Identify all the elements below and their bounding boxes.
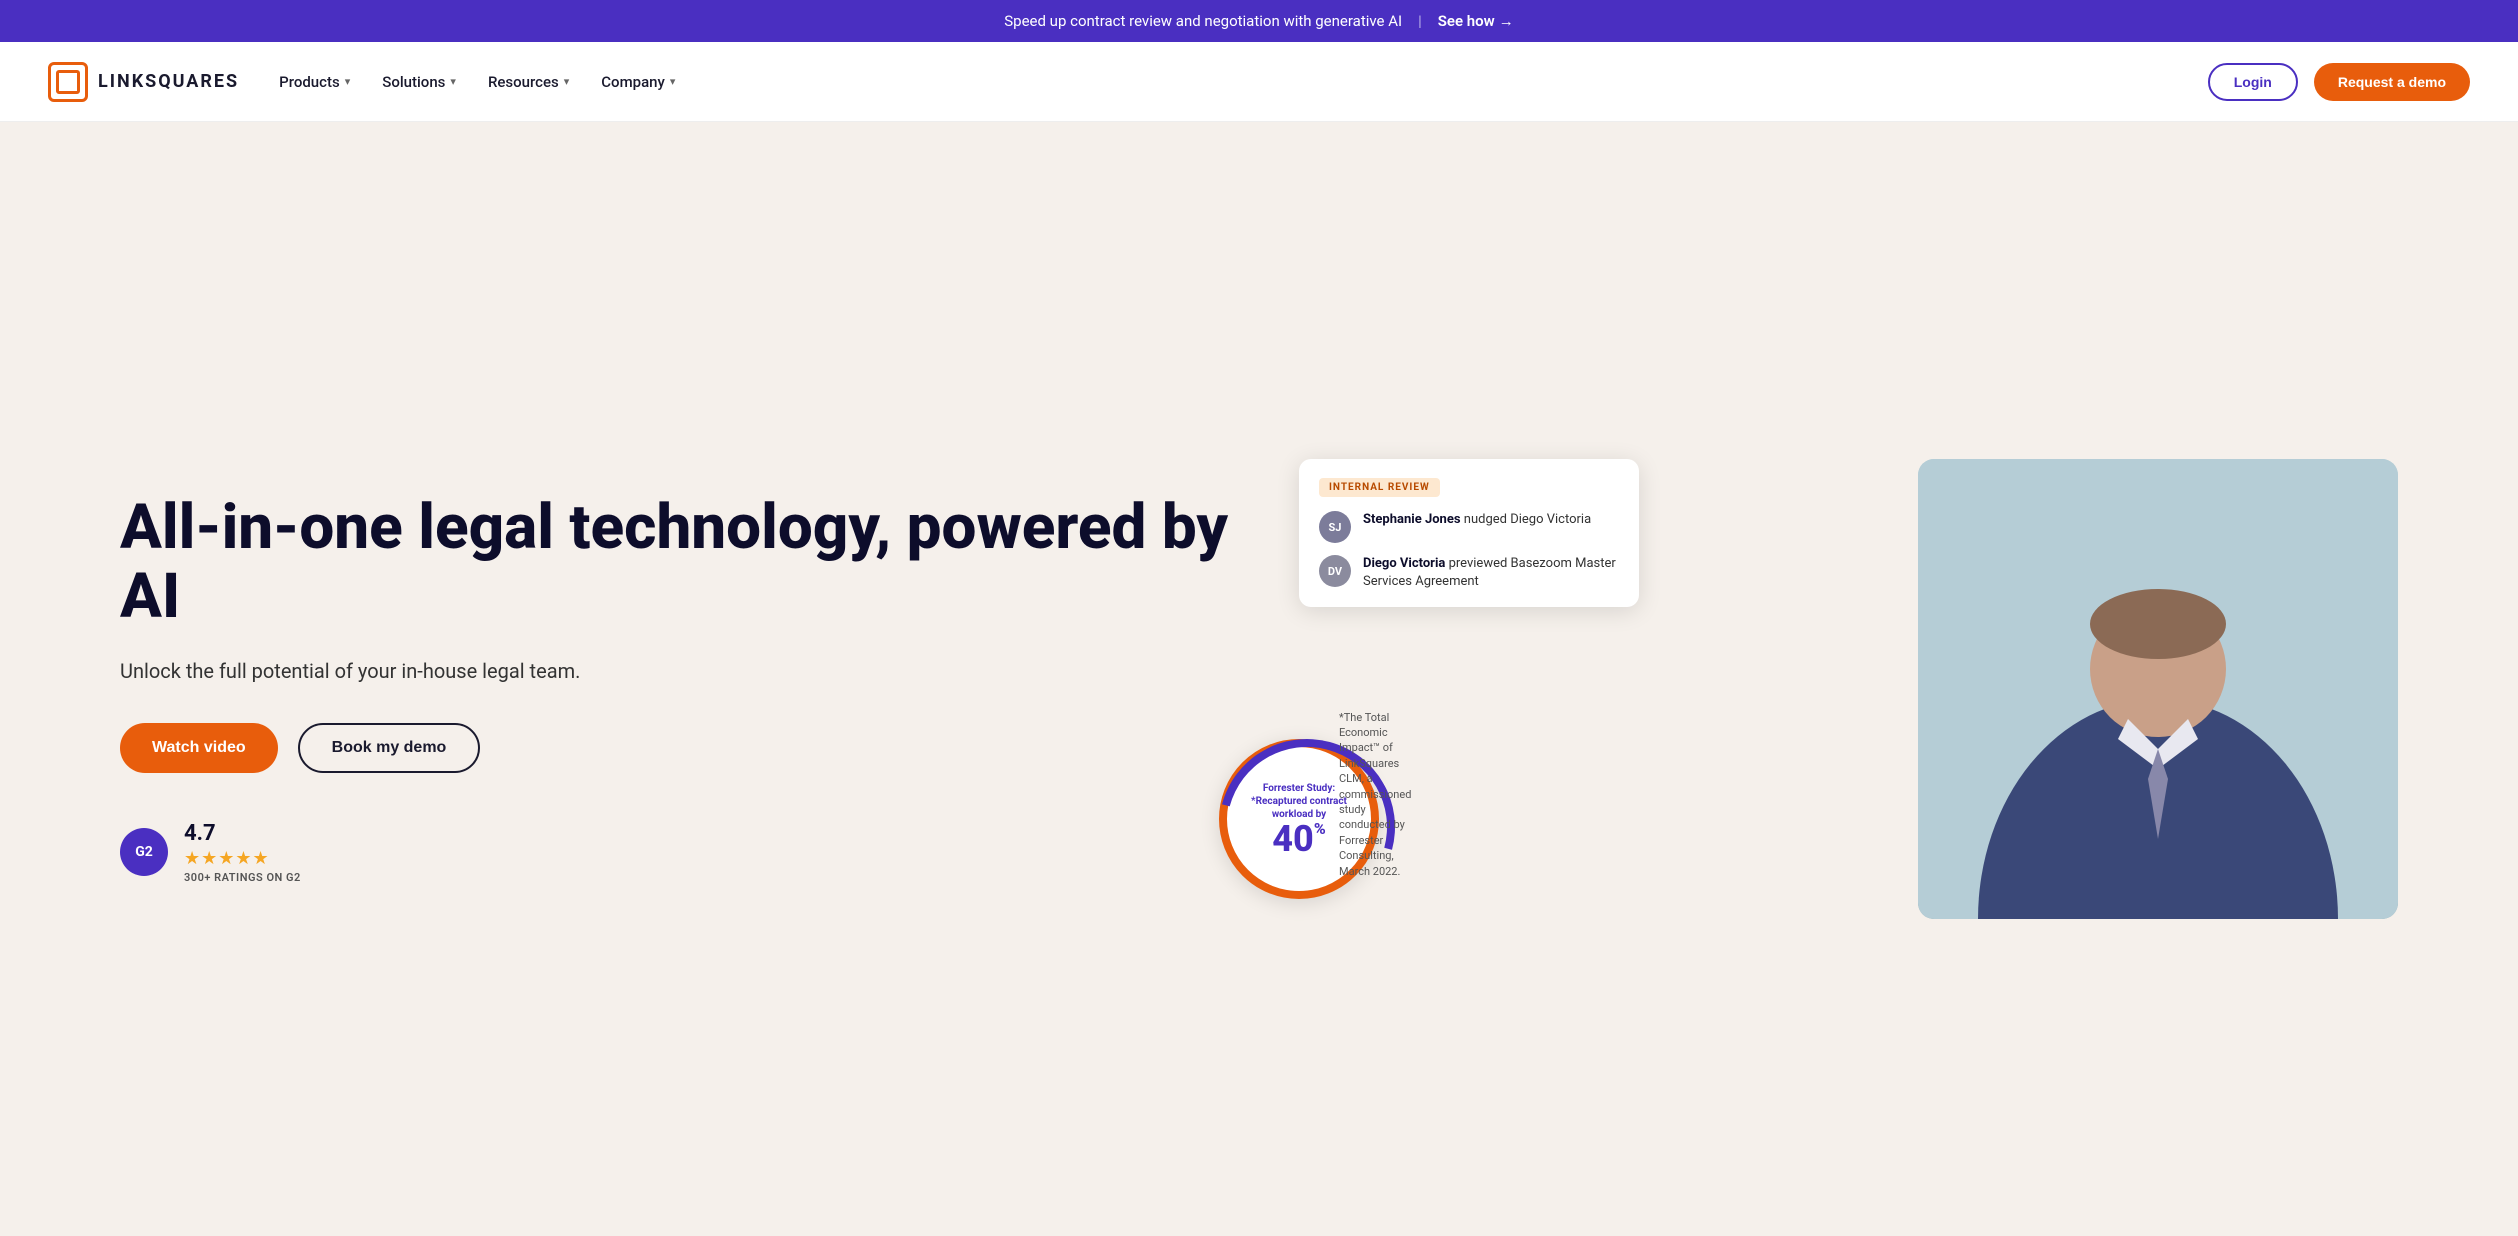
chevron-down-icon: ▾ xyxy=(345,75,351,88)
activity-text-sj: Stephanie Jones nudged Diego Victoria xyxy=(1363,511,1591,529)
watch-video-button[interactable]: Watch video xyxy=(120,723,278,773)
activity-tag: INTERNAL REVIEW xyxy=(1319,478,1440,497)
hero-left: All-in-one legal technology, powered by … xyxy=(120,494,1259,883)
activity-item-dv: DV Diego Victoria previewed Basezoom Mas… xyxy=(1319,555,1619,591)
request-demo-button[interactable]: Request a demo xyxy=(2314,63,2470,101)
nav-item-products[interactable]: Products ▾ xyxy=(279,73,350,91)
book-demo-button[interactable]: Book my demo xyxy=(298,723,481,773)
forrester-percentage: 40% xyxy=(1272,821,1325,857)
see-how-link[interactable]: See how → xyxy=(1438,12,1514,30)
nav-item-resources[interactable]: Resources ▾ xyxy=(488,73,569,91)
chevron-down-icon: ▾ xyxy=(670,75,676,88)
hero-buttons: Watch video Book my demo xyxy=(120,723,1259,773)
logo-text: LINKSQUARES xyxy=(98,71,239,92)
rating-stars: ★★★★★ xyxy=(184,848,301,869)
person-silhouette xyxy=(1918,459,2398,919)
rating-count: 300+ RATINGS ON G2 xyxy=(184,871,301,884)
hero-title: All-in-one legal technology, powered by … xyxy=(120,494,1259,630)
hero-subtitle: Unlock the full potential of your in-hou… xyxy=(120,659,1259,683)
rating-score: 4.7 xyxy=(184,821,301,846)
forrester-wrap: Forrester Study: *Recaptured contract wo… xyxy=(1219,739,1379,899)
logo[interactable]: LINKSQUARES xyxy=(48,62,239,102)
nav-item-solutions[interactable]: Solutions ▾ xyxy=(382,73,456,91)
top-banner: Speed up contract review and negotiation… xyxy=(0,0,2518,42)
chevron-down-icon: ▾ xyxy=(564,75,570,88)
activity-card: INTERNAL REVIEW SJ Stephanie Jones nudge… xyxy=(1299,459,1639,607)
nav-item-company[interactable]: Company ▾ xyxy=(601,73,675,91)
nav-right: Login Request a demo xyxy=(2208,63,2470,101)
nav-items: Products ▾ Solutions ▾ Resources ▾ Compa… xyxy=(279,73,675,91)
chevron-down-icon: ▾ xyxy=(450,75,456,88)
rating-info: 4.7 ★★★★★ 300+ RATINGS ON G2 xyxy=(184,821,301,884)
hero-right: INTERNAL REVIEW SJ Stephanie Jones nudge… xyxy=(1259,459,2398,919)
activity-item-sj: SJ Stephanie Jones nudged Diego Victoria xyxy=(1319,511,1619,543)
avatar-dv: DV xyxy=(1319,555,1351,587)
hero-image xyxy=(1918,459,2398,919)
hero-section: All-in-one legal technology, powered by … xyxy=(0,122,2518,1236)
activity-text-dv: Diego Victoria previewed Basezoom Master… xyxy=(1363,555,1619,591)
logo-icon xyxy=(48,62,88,102)
banner-text: Speed up contract review and negotiation… xyxy=(1004,12,1402,30)
g2-badge: G2 xyxy=(120,828,168,876)
banner-separator: | xyxy=(1418,12,1422,30)
navbar: LINKSQUARES Products ▾ Solutions ▾ Resou… xyxy=(0,42,2518,122)
nav-left: LINKSQUARES Products ▾ Solutions ▾ Resou… xyxy=(48,62,675,102)
login-button[interactable]: Login xyxy=(2208,63,2298,101)
forrester-note: *The Total Economic Impact™ of LinkSquar… xyxy=(1339,710,1411,879)
rating-row: G2 4.7 ★★★★★ 300+ RATINGS ON G2 xyxy=(120,821,1259,884)
avatar-sj: SJ xyxy=(1319,511,1351,543)
